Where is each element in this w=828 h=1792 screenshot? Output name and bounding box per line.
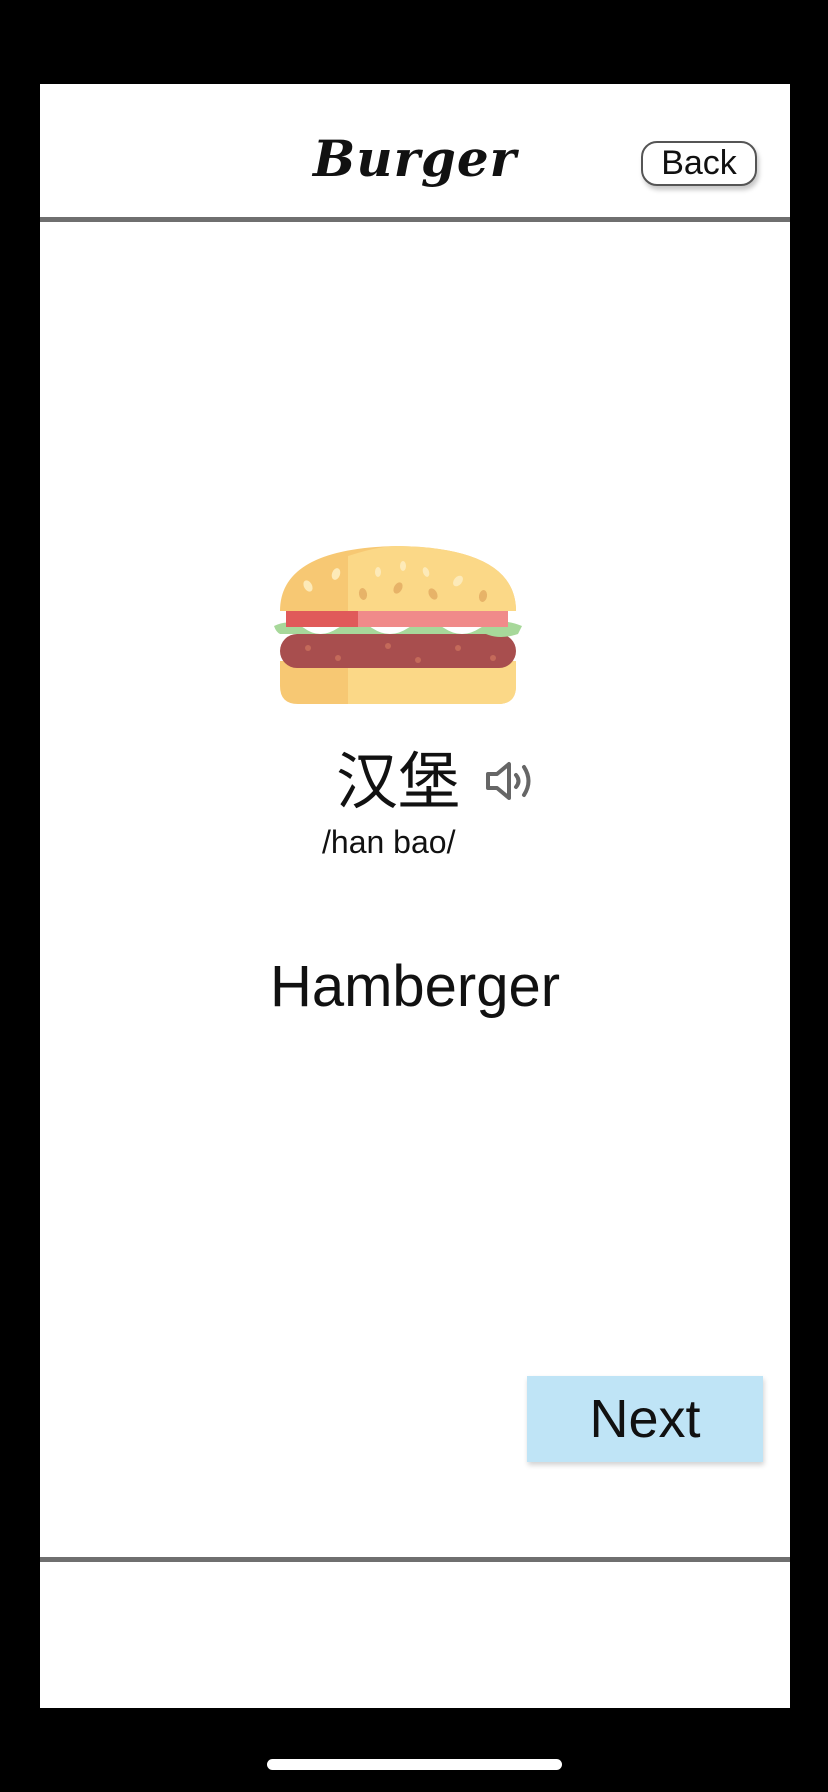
home-indicator[interactable] [267, 1759, 562, 1770]
footer-divider [40, 1557, 790, 1562]
header-divider [40, 217, 790, 222]
back-button[interactable]: Back [641, 141, 757, 186]
chinese-word: 汉堡 [336, 745, 461, 818]
pinyin-text: /han bao/ [322, 824, 456, 860]
app-screen: Burger Back 汉堡 /han bao/ Hamberger Next [40, 84, 790, 1708]
burger-icon [274, 546, 522, 704]
next-button[interactable]: Next [527, 1376, 763, 1462]
speaker-icon[interactable] [484, 756, 538, 806]
english-translation: Hamberger [269, 954, 561, 1019]
